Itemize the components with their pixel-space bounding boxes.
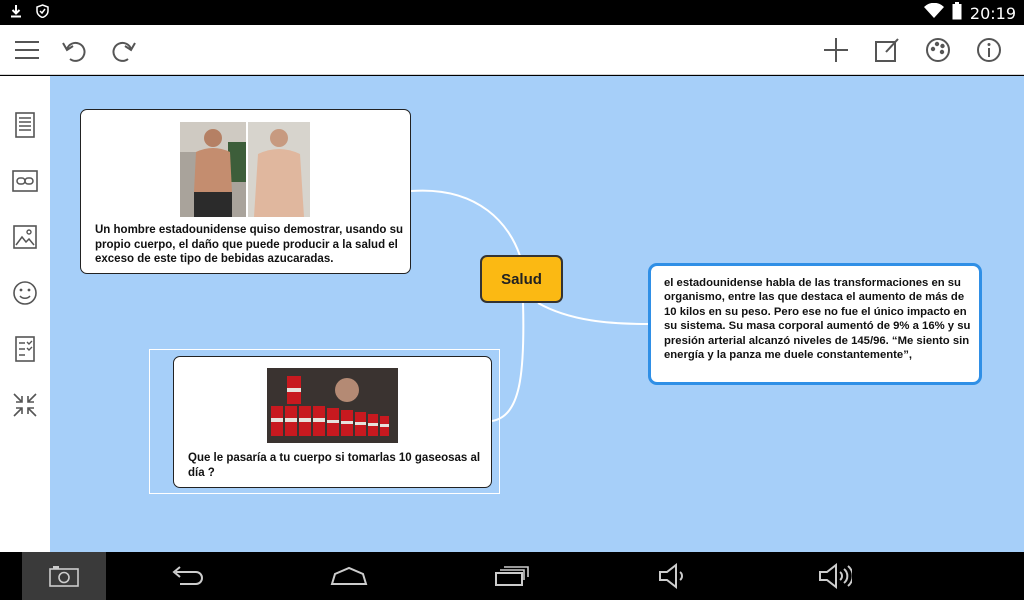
wifi-icon	[923, 2, 944, 24]
shield-icon	[36, 4, 49, 23]
download-icon	[10, 4, 22, 23]
info-icon[interactable]	[974, 35, 1004, 65]
side-tool-rail	[0, 76, 50, 552]
home-icon[interactable]	[319, 552, 379, 600]
image-icon[interactable]	[10, 222, 40, 252]
connector-node-1	[410, 189, 521, 257]
node-2-text: Que le pasaría a tu cuerpo si tomarlas 1…	[188, 452, 481, 479]
volume-up-icon[interactable]	[805, 552, 865, 600]
connector-node-3	[537, 302, 649, 325]
center-node-label: Salud	[501, 270, 542, 288]
mindmap-node-2[interactable]: Que le pasaría a tu cuerpo si tomarlas 1…	[173, 356, 492, 488]
recent-apps-icon[interactable]	[482, 552, 542, 600]
status-bar: 20:19	[0, 0, 1024, 25]
note-icon[interactable]	[10, 110, 40, 140]
collapse-icon[interactable]	[10, 390, 40, 420]
after-photo	[248, 122, 310, 217]
node-1-text: Un hombre estadounidense quiso demostrar…	[95, 224, 403, 265]
mindmap-canvas[interactable]: Un hombre estadounidense quiso demostrar…	[50, 76, 1024, 552]
node-2-image	[267, 368, 398, 448]
before-photo	[180, 122, 246, 217]
node-1-images	[180, 122, 310, 217]
system-nav-bar	[0, 552, 1024, 600]
redo-icon[interactable]	[108, 35, 138, 65]
top-toolbar	[0, 25, 1024, 75]
screenshot-icon[interactable]	[22, 552, 106, 600]
add-icon[interactable]	[821, 35, 851, 65]
task-icon[interactable]	[10, 334, 40, 364]
menu-icon[interactable]	[12, 35, 42, 65]
edit-icon[interactable]	[872, 35, 902, 65]
emoji-icon[interactable]	[10, 278, 40, 308]
mindmap-node-1[interactable]: Un hombre estadounidense quiso demostrar…	[80, 109, 411, 274]
center-node[interactable]: Salud	[480, 255, 563, 303]
back-icon[interactable]	[157, 552, 217, 600]
undo-icon[interactable]	[60, 35, 90, 65]
link-icon[interactable]	[10, 166, 40, 196]
palette-icon[interactable]	[923, 35, 953, 65]
battery-icon	[952, 2, 962, 25]
clock-time: 20:19	[969, 4, 1016, 23]
soda-cans-photo	[267, 368, 398, 443]
volume-down-icon[interactable]	[643, 552, 703, 600]
mindmap-node-3[interactable]: el estadounidense habla de las transform…	[648, 263, 982, 385]
node-3-text: el estadounidense habla de las transform…	[664, 277, 971, 362]
